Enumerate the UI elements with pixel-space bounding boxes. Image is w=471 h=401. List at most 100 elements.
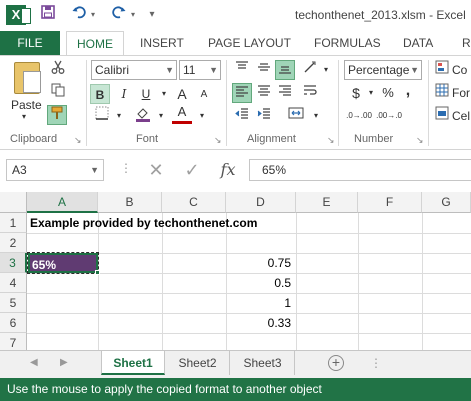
cell-styles-label[interactable]: Cel [452,109,470,123]
font-size-value: 11 [183,63,196,77]
conditional-formatting-icon[interactable] [432,60,452,80]
enter-formula-button[interactable]: ✓ [178,159,206,181]
font-size-combo[interactable]: 11 ▼ [179,60,221,80]
borders-dropdown-icon[interactable]: ▾ [109,106,129,126]
tab-page-layout[interactable]: PAGE LAYOUT [208,31,291,55]
cell-styles-icon[interactable] [432,106,452,126]
status-bar: Use the mouse to apply the copied format… [0,378,471,401]
cell-d4[interactable]: 0.5 [226,273,296,293]
grow-font-button[interactable]: A [172,84,192,104]
tab-home[interactable]: HOME [66,31,124,55]
percent-style-button[interactable]: % [378,83,398,103]
chevron-down-icon: ▼ [165,65,174,75]
font-color-dropdown-icon[interactable]: ▾ [192,106,212,126]
redo-dropdown-icon[interactable]: ▾ [128,5,138,25]
fill-color-icon[interactable] [133,106,153,126]
font-color-button[interactable]: A [172,104,192,124]
insert-function-button[interactable]: fx [214,159,242,181]
tab-data[interactable]: DATA [403,31,433,55]
sheet-tab-sheet3[interactable]: Sheet3 [231,351,295,375]
tab-file[interactable]: FILE [0,31,60,55]
column-header-b[interactable]: B [98,192,162,213]
sheet-tab-sheet1[interactable]: Sheet1 [101,351,165,375]
column-header-f[interactable]: F [358,192,422,213]
cell-a1[interactable]: Example provided by techonthenet.com [30,213,257,233]
row-header-1[interactable]: 1 [0,213,27,233]
column-header-c[interactable]: C [162,192,226,213]
cell-a3-selected[interactable]: 65% [27,252,99,274]
merge-center-icon[interactable] [286,106,306,126]
sheet-nav-prev-icon[interactable]: ◀ [30,357,38,368]
paste-button-label[interactable]: Paste [11,98,42,112]
select-all-corner[interactable] [0,192,27,213]
gridline [162,213,163,350]
column-header-a[interactable]: A [27,192,98,213]
cell-d6[interactable]: 0.33 [226,313,296,333]
row-header-7[interactable]: 7 [0,333,27,350]
row-header-2[interactable]: 2 [0,233,27,253]
sheet-tab-sheet2[interactable]: Sheet2 [166,351,230,375]
align-left-icon[interactable] [232,83,252,103]
row-header-6[interactable]: 6 [0,313,27,333]
column-header-d[interactable]: D [226,192,296,213]
save-icon[interactable] [38,5,58,25]
fill-color-dropdown-icon[interactable]: ▾ [151,106,171,126]
cut-icon[interactable] [48,60,68,80]
paste-dropdown-icon[interactable]: ▾ [22,112,26,121]
comma-style-button[interactable]: , [398,81,418,101]
ribbon-home: Paste ▾ Clipboard ↘ Calibri ▼ 11 ▼ B I U ▾… [0,55,471,150]
cell-d5[interactable]: 1 [226,293,296,313]
align-bottom-icon[interactable] [275,60,295,80]
sheet-nav-next-icon[interactable]: ▶ [60,357,68,368]
underline-button[interactable]: U [136,84,156,104]
chevron-down-icon: ▼ [90,165,99,175]
tab-split-handle-icon[interactable]: ⋮ [370,356,382,370]
underline-dropdown-icon[interactable]: ▾ [154,84,174,104]
formula-bar-grip[interactable]: ⋮ [120,161,133,175]
italic-button[interactable]: I [114,84,134,104]
cell-d3[interactable]: 0.75 [226,253,296,273]
undo-dropdown-icon[interactable]: ▾ [88,5,98,25]
tab-formulas[interactable]: FORMULAS [314,31,381,55]
font-name-combo[interactable]: Calibri ▼ [91,60,177,80]
align-center-icon[interactable] [254,83,274,103]
format-painter-icon[interactable] [47,105,67,125]
column-header-g[interactable]: G [422,192,471,213]
merge-dropdown-icon[interactable]: ▾ [306,106,326,126]
redo-icon[interactable] [110,5,128,25]
copy-icon[interactable] [48,83,68,103]
alignment-dialog-launcher-icon[interactable]: ↘ [327,135,335,146]
conditional-formatting-label[interactable]: Co [452,63,467,77]
row-header-5[interactable]: 5 [0,293,27,313]
undo-icon[interactable] [70,5,88,25]
tab-review[interactable]: R [462,31,471,55]
increase-indent-icon[interactable] [254,106,274,126]
fill-handle[interactable] [95,270,100,275]
number-dialog-launcher-icon[interactable]: ↘ [416,135,424,146]
align-top-icon[interactable] [232,60,252,80]
align-right-icon[interactable] [275,83,295,103]
clipboard-dialog-launcher-icon[interactable]: ↘ [74,135,82,146]
bold-button[interactable]: B [90,84,110,104]
font-dialog-launcher-icon[interactable]: ↘ [214,135,222,146]
add-sheet-button[interactable]: + [328,355,344,371]
formula-input[interactable]: 65% [249,159,471,181]
format-as-table-label[interactable]: For [452,86,470,100]
decrease-decimal-button[interactable]: .00→.0 [376,106,402,126]
name-box[interactable]: A3 ▼ [6,159,104,181]
column-header-e[interactable]: E [296,192,358,213]
wrap-text-icon[interactable] [300,83,320,103]
format-as-table-icon[interactable] [432,83,452,103]
tab-insert[interactable]: INSERT [140,31,184,55]
cancel-formula-button[interactable]: ✕ [142,159,170,181]
increase-decimal-button[interactable]: .0→.00 [346,106,372,126]
row-header-4[interactable]: 4 [0,273,27,293]
number-format-combo[interactable]: Percentage ▼ [344,60,422,80]
align-middle-icon[interactable] [254,60,274,80]
orientation-dropdown-icon[interactable]: ▾ [316,60,336,80]
row-header-3[interactable]: 3 [0,253,27,273]
paste-icon[interactable] [14,62,41,94]
shrink-font-button[interactable]: A [194,85,214,105]
decrease-indent-icon[interactable] [232,106,252,126]
customize-quick-access-icon[interactable]: ▾ [146,5,158,25]
